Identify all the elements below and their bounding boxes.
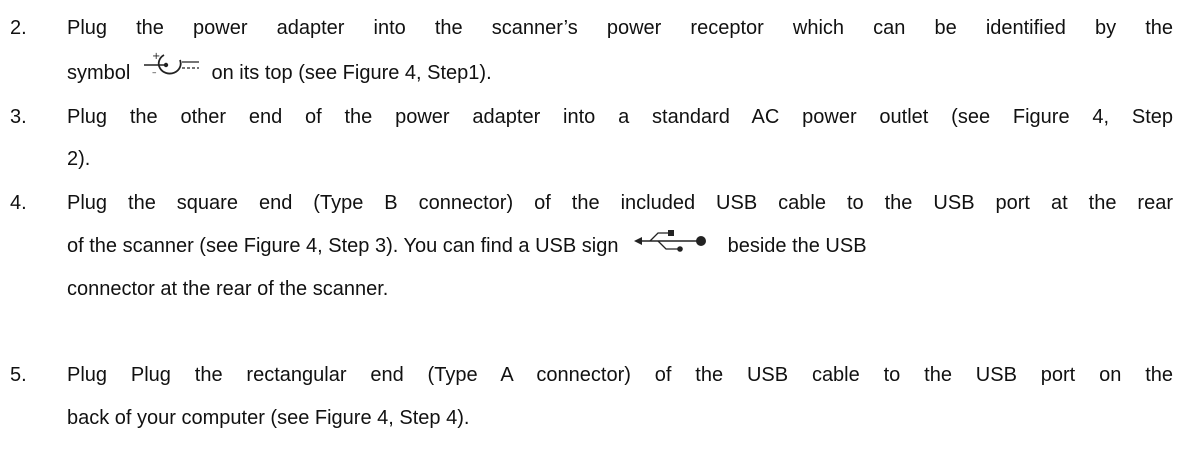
power-receptor-icon: + – xyxy=(142,50,202,80)
step-text-fragment: symbol xyxy=(67,62,131,84)
step-text-line: Plug Plug the rectangular end (Type A co… xyxy=(67,364,1173,386)
step-number: 2. xyxy=(10,17,27,39)
instruction-document: 2. Plug the power adapter into the scann… xyxy=(0,0,1183,463)
step-text-line: Plug the square end (Type B connector) o… xyxy=(67,192,1173,214)
step-text-line: Plug the other end of the power adapter … xyxy=(67,106,1173,128)
step-text-line: connector at the rear of the scanner. xyxy=(67,278,389,300)
step-number: 5. xyxy=(10,364,27,386)
step-text-line: Plug the power adapter into the scanner’… xyxy=(67,17,1173,39)
step-text-fragment: of the scanner (see Figure 4, Step 3). Y… xyxy=(67,235,619,257)
step-text-line: back of your computer (see Figure 4, Ste… xyxy=(67,407,470,429)
step-number: 4. xyxy=(10,192,27,214)
usb-icon xyxy=(632,229,708,252)
step-text-fragment: on its top (see Figure 4, Step1). xyxy=(211,62,492,84)
step-text-line: of the scanner (see Figure 4, Step 3). Y… xyxy=(67,226,867,266)
svg-text:–: – xyxy=(152,68,157,78)
step-number: 3. xyxy=(10,106,27,128)
step-text-line: 2). xyxy=(67,148,91,170)
step-text-line: symbol + – on its top (see Figure 4, Ste… xyxy=(67,50,492,93)
step-text-fragment: beside the USB xyxy=(727,235,867,257)
